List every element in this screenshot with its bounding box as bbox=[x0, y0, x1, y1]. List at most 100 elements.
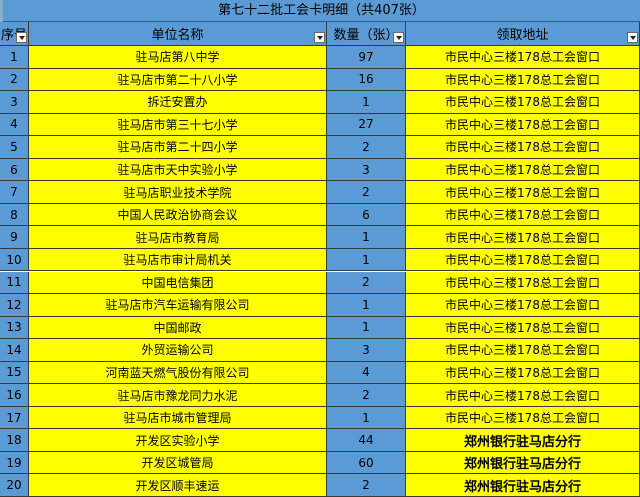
cell-addr[interactable]: 市民中心三楼178总工会窗口 bbox=[406, 339, 640, 362]
cell-qty[interactable]: 6 bbox=[327, 203, 406, 227]
cell-qty[interactable]: 2 bbox=[327, 271, 406, 295]
header-addr[interactable]: 领取地址 bbox=[406, 22, 640, 46]
cell-unit[interactable]: 驻马店市豫龙同力水泥 bbox=[29, 384, 327, 407]
cell-num[interactable]: 15 bbox=[0, 361, 29, 385]
cell-addr[interactable]: 市民中心三楼178总工会窗口 bbox=[406, 203, 640, 227]
table-row: 4 驻马店市第三十七小学 27 市民中心三楼178总工会窗口 bbox=[0, 113, 640, 137]
cell-unit[interactable]: 驻马店市第二十四小学 bbox=[29, 136, 327, 159]
cell-num[interactable]: 17 bbox=[0, 406, 29, 430]
cell-unit[interactable]: 外贸运输公司 bbox=[29, 339, 327, 362]
cell-num[interactable]: 4 bbox=[0, 113, 29, 137]
cell-unit[interactable]: 驻马店市审计局机关 bbox=[29, 248, 327, 272]
cell-addr[interactable]: 市民中心三楼178总工会窗口 bbox=[406, 46, 640, 69]
cell-unit[interactable]: 开发区城管局 bbox=[29, 451, 327, 475]
cell-addr[interactable]: 市民中心三楼178总工会窗口 bbox=[406, 181, 640, 204]
cell-qty[interactable]: 97 bbox=[327, 46, 406, 69]
cell-unit[interactable]: 驻马店市城市管理局 bbox=[29, 406, 327, 430]
cell-num[interactable]: 20 bbox=[0, 474, 29, 497]
cell-num[interactable]: 5 bbox=[0, 136, 29, 159]
cell-addr[interactable]: 市民中心三楼178总工会窗口 bbox=[406, 384, 640, 407]
header-unit[interactable]: 单位名称 bbox=[29, 22, 327, 46]
cell-qty[interactable]: 1 bbox=[327, 248, 406, 272]
cell-num[interactable]: 18 bbox=[0, 429, 29, 452]
cell-qty[interactable]: 2 bbox=[327, 136, 406, 159]
table-row: 16 驻马店市豫龙同力水泥 2 市民中心三楼178总工会窗口 bbox=[0, 384, 640, 407]
table-row: 5 驻马店市第二十四小学 2 市民中心三楼178总工会窗口 bbox=[0, 136, 640, 159]
cell-addr[interactable]: 市民中心三楼178总工会窗口 bbox=[406, 158, 640, 182]
cell-unit[interactable]: 中国人民政治协商会议 bbox=[29, 203, 327, 227]
cell-addr[interactable]: 市民中心三楼178总工会窗口 bbox=[406, 294, 640, 317]
cell-addr[interactable]: 市民中心三楼178总工会窗口 bbox=[406, 361, 640, 385]
cell-addr[interactable]: 市民中心三楼178总工会窗口 bbox=[406, 316, 640, 340]
cell-unit[interactable]: 驻马店市第二十八小学 bbox=[29, 68, 327, 92]
header-qty[interactable]: 数量（张） bbox=[327, 22, 406, 46]
cell-qty[interactable]: 1 bbox=[327, 406, 406, 430]
cell-unit[interactable]: 驻马店市第三十七小学 bbox=[29, 113, 327, 137]
cell-unit[interactable]: 驻马店第八中学 bbox=[29, 46, 327, 69]
cell-addr[interactable]: 市民中心三楼178总工会窗口 bbox=[406, 136, 640, 159]
dropdown-arrow-icon[interactable] bbox=[16, 32, 27, 43]
cell-num[interactable]: 6 bbox=[0, 158, 29, 182]
cell-num[interactable]: 3 bbox=[0, 91, 29, 114]
cell-addr[interactable]: 市民中心三楼178总工会窗口 bbox=[406, 248, 640, 272]
cell-num[interactable]: 9 bbox=[0, 226, 29, 249]
cell-num[interactable]: 2 bbox=[0, 68, 29, 92]
cell-addr[interactable]: 市民中心三楼178总工会窗口 bbox=[406, 68, 640, 92]
cell-unit[interactable]: 中国电信集团 bbox=[29, 271, 327, 295]
cell-num[interactable]: 16 bbox=[0, 384, 29, 407]
cell-addr[interactable]: 市民中心三楼178总工会窗口 bbox=[406, 91, 640, 114]
cell-qty[interactable]: 2 bbox=[327, 474, 406, 497]
cell-unit[interactable]: 中国邮政 bbox=[29, 316, 327, 340]
cell-qty[interactable]: 16 bbox=[327, 68, 406, 92]
cell-num[interactable]: 7 bbox=[0, 181, 29, 204]
cell-unit[interactable]: 驻马店市汽车运输有限公司 bbox=[29, 294, 327, 317]
cell-unit[interactable]: 开发区实验小学 bbox=[29, 429, 327, 452]
cell-addr[interactable]: 市民中心三楼178总工会窗口 bbox=[406, 226, 640, 249]
cell-unit[interactable]: 驻马店市天中实验小学 bbox=[29, 158, 327, 182]
cell-addr[interactable]: 市民中心三楼178总工会窗口 bbox=[406, 406, 640, 430]
cell-qty[interactable]: 2 bbox=[327, 181, 406, 204]
cell-num[interactable]: 14 bbox=[0, 339, 29, 362]
cell-qty[interactable]: 1 bbox=[327, 316, 406, 340]
cell-unit[interactable]: 开发区顺丰速运 bbox=[29, 474, 327, 497]
cell-qty[interactable]: 44 bbox=[327, 429, 406, 452]
cell-num[interactable]: 13 bbox=[0, 316, 29, 340]
dropdown-arrow-icon[interactable] bbox=[314, 32, 325, 43]
cell-unit[interactable]: 驻马店市教育局 bbox=[29, 226, 327, 249]
cell-qty[interactable]: 3 bbox=[327, 339, 406, 362]
cell-qty[interactable]: 27 bbox=[327, 113, 406, 137]
cell-qty[interactable]: 4 bbox=[327, 361, 406, 385]
cell-addr[interactable]: 郑州银行驻马店分行 bbox=[406, 451, 640, 475]
header-row: 序号 单位名称 数量（张） 领取地址 bbox=[0, 22, 640, 46]
cell-unit[interactable]: 河南蓝天燃气股份有限公司 bbox=[29, 361, 327, 385]
cell-qty[interactable]: 1 bbox=[327, 226, 406, 249]
cell-num[interactable]: 8 bbox=[0, 203, 29, 227]
cell-qty[interactable]: 60 bbox=[327, 451, 406, 475]
cell-addr[interactable]: 郑州银行驻马店分行 bbox=[406, 474, 640, 497]
cell-num[interactable]: 19 bbox=[0, 451, 29, 475]
cell-unit[interactable]: 驻马店职业技术学院 bbox=[29, 181, 327, 204]
cell-addr[interactable]: 市民中心三楼178总工会窗口 bbox=[406, 271, 640, 295]
dropdown-arrow-icon[interactable] bbox=[627, 32, 638, 43]
cell-qty[interactable]: 1 bbox=[327, 294, 406, 317]
sheet-title[interactable]: 第七十二批工会卡明细（共407张） bbox=[3, 0, 640, 22]
cell-addr[interactable]: 郑州银行驻马店分行 bbox=[406, 429, 640, 452]
cell-num[interactable]: 10 bbox=[0, 248, 29, 272]
table-row: 9 驻马店市教育局 1 市民中心三楼178总工会窗口 bbox=[0, 226, 640, 249]
table-row: 18 开发区实验小学 44 郑州银行驻马店分行 bbox=[0, 429, 640, 452]
cell-num[interactable]: 1 bbox=[0, 46, 29, 69]
cell-unit[interactable]: 拆迁安置办 bbox=[29, 91, 327, 114]
table-row: 3 拆迁安置办 1 市民中心三楼178总工会窗口 bbox=[0, 91, 640, 114]
cell-addr[interactable]: 市民中心三楼178总工会窗口 bbox=[406, 113, 640, 137]
cell-qty[interactable]: 3 bbox=[327, 158, 406, 182]
cell-num[interactable]: 11 bbox=[0, 271, 29, 295]
header-num[interactable]: 序号 bbox=[0, 22, 29, 46]
table-row: 12 驻马店市汽车运输有限公司 1 市民中心三楼178总工会窗口 bbox=[0, 294, 640, 317]
table-row: 20 开发区顺丰速运 2 郑州银行驻马店分行 bbox=[0, 474, 640, 497]
table-row: 10 驻马店市审计局机关 1 市民中心三楼178总工会窗口 bbox=[0, 248, 640, 272]
title-row: 第七十二批工会卡明细（共407张） bbox=[0, 0, 640, 22]
cell-qty[interactable]: 1 bbox=[327, 91, 406, 114]
cell-qty[interactable]: 2 bbox=[327, 384, 406, 407]
dropdown-arrow-icon[interactable] bbox=[393, 32, 404, 43]
cell-num[interactable]: 12 bbox=[0, 294, 29, 317]
